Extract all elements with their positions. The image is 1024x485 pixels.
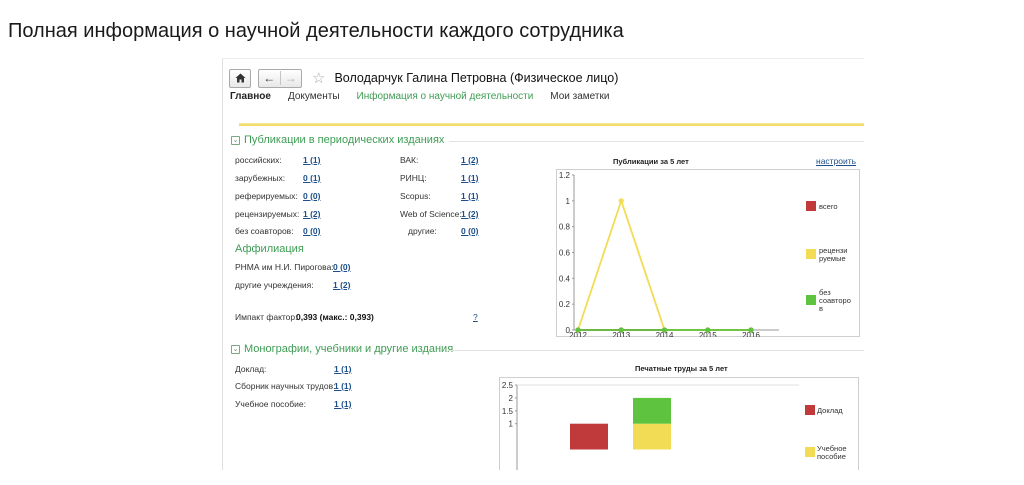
- section-rule: [449, 141, 864, 142]
- monographs-section-header[interactable]: ⌄ Монографии, учебники и другие издания: [231, 343, 453, 355]
- chart2-y-tick-label: 1: [509, 420, 514, 429]
- printed-works-bar-chart: 11.522.5ДокладУчебноепособие: [499, 377, 859, 470]
- chart1-point: [575, 327, 581, 333]
- favorite-star-icon[interactable]: ☆: [312, 69, 325, 87]
- pub-value-refereed[interactable]: 0 (0): [303, 191, 320, 201]
- pub-value-no-coauthors[interactable]: 0 (0): [303, 226, 320, 236]
- chart1-legend-label: в: [819, 304, 823, 313]
- chart2-legend-swatch: [805, 405, 815, 415]
- chart2-frame: [499, 377, 859, 470]
- pub-label-foreign: зарубежных:: [235, 173, 286, 183]
- chart1-y-tick-label: 0.6: [559, 249, 571, 258]
- pub-label-rinc: РИНЦ:: [400, 173, 427, 183]
- history-nav: ← →: [258, 68, 302, 88]
- publications-section-title: Публикации в периодических изданиях: [244, 134, 445, 146]
- chart1-legend-label: всего: [819, 202, 838, 211]
- chart2-bar-segment: [570, 423, 608, 450]
- chart1-y-tick-label: 0.8: [559, 223, 571, 232]
- yellow-divider: [239, 123, 864, 126]
- chart2-bar-segment: [633, 423, 671, 450]
- pub-value-russian[interactable]: 1 (1): [303, 155, 320, 165]
- mono-label-collection: Сборник научных трудов:: [235, 381, 336, 391]
- forward-arrow-icon[interactable]: →: [279, 71, 302, 85]
- chart2-title: Печатные труды за 5 лет: [635, 364, 728, 373]
- publications-line-chart: 00.20.40.60.811.22012 2013 2014 2015 2016все…: [556, 169, 860, 337]
- window-toolbar: ← → ☆ Володарчук Галина Петровна (Физиче…: [229, 68, 618, 88]
- pub-value-other[interactable]: 0 (0): [461, 226, 478, 236]
- pub-value-reviewed[interactable]: 1 (2): [303, 209, 320, 219]
- pub-label-refereed: реферируемых:: [235, 191, 298, 201]
- pub-label-no-coauthors: без соавторов:: [235, 226, 294, 236]
- tab-documents[interactable]: Документы: [288, 91, 340, 102]
- section-rule: [448, 350, 864, 351]
- mono-value-report[interactable]: 1 (1): [334, 364, 351, 374]
- pub-label-wos: Web of Science:: [400, 209, 462, 219]
- chart2-y-tick-label: 2: [509, 394, 514, 403]
- mono-label-textbook: Учебное пособие:: [235, 399, 306, 409]
- tab-research-info[interactable]: Информация о научной деятельности: [357, 91, 534, 102]
- chart1-y-tick-label: 1: [566, 197, 571, 206]
- chart2-legend-label: пособие: [817, 452, 846, 461]
- chart1-point: [618, 198, 624, 204]
- pub-label-scopus: Scopus:: [400, 191, 431, 201]
- home-button[interactable]: [229, 68, 251, 88]
- affiliation-value-rnma[interactable]: 0 (0): [333, 262, 350, 272]
- chart1-y-tick-label: 0.4: [559, 274, 571, 283]
- mono-value-textbook[interactable]: 1 (1): [334, 399, 351, 409]
- chart2-y-tick-label: 1.5: [502, 407, 514, 416]
- chart1-point: [661, 327, 668, 333]
- chart1-point: [705, 327, 711, 333]
- pub-value-scopus[interactable]: 1 (1): [461, 191, 478, 201]
- home-icon: [235, 73, 245, 83]
- collapse-icon[interactable]: ⌄: [231, 135, 240, 145]
- chart1-y-tick-label: 0.2: [559, 300, 571, 309]
- affiliation-label-rnma: РНМА им Н.И. Пирогова:: [235, 262, 334, 272]
- pub-value-rinc[interactable]: 1 (1): [461, 173, 478, 183]
- chart1-legend-swatch: [806, 249, 816, 259]
- impact-factor-label: Импакт фактор:: [235, 312, 298, 322]
- chart2-legend-swatch: [805, 447, 815, 457]
- chart1-legend-label: руемые: [819, 254, 846, 263]
- impact-factor-value: 0,393 (макс.: 0,393): [296, 312, 374, 322]
- collapse-icon[interactable]: ⌄: [231, 344, 240, 354]
- back-arrow-icon[interactable]: ←: [259, 71, 280, 85]
- monographs-section-title: Монографии, учебники и другие издания: [244, 343, 454, 355]
- tab-my-notes[interactable]: Мои заметки: [550, 91, 609, 102]
- chart1-point: [618, 327, 624, 333]
- affiliation-value-other[interactable]: 1 (2): [333, 280, 350, 290]
- pub-value-wos[interactable]: 1 (2): [461, 209, 478, 219]
- affiliation-label-other: другие учреждения:: [235, 280, 314, 290]
- chart2-legend-label: Доклад: [817, 406, 843, 415]
- mono-label-report: Доклад:: [235, 364, 267, 374]
- pub-label-vak: ВАК:: [400, 155, 419, 165]
- chart1-title: Публикации за 5 лет: [613, 157, 689, 166]
- pub-label-russian: российских:: [235, 155, 282, 165]
- mono-value-collection[interactable]: 1 (1): [334, 381, 351, 391]
- window-title: Володарчук Галина Петровна (Физическое л…: [334, 71, 619, 85]
- pub-label-reviewed: рецензируемых:: [235, 209, 300, 219]
- employee-card-window: ← → ☆ Володарчук Галина Петровна (Физиче…: [222, 58, 864, 470]
- chart2-y-tick-label: 2.5: [502, 381, 514, 390]
- chart1-legend-label: соавторо: [819, 296, 851, 305]
- page-heading: Полная информация о научной деятельности…: [8, 20, 624, 42]
- pub-value-vak[interactable]: 1 (2): [461, 155, 478, 165]
- pub-value-foreign[interactable]: 0 (1): [303, 173, 320, 183]
- chart-setup-link[interactable]: настроить: [816, 156, 856, 166]
- publications-section-header[interactable]: ⌄ Публикации в периодических изданиях: [231, 134, 444, 146]
- impact-help-link[interactable]: ?: [473, 312, 478, 322]
- chart1-legend-swatch: [806, 295, 816, 305]
- chart2-bar-segment: [633, 397, 671, 424]
- window-tabs: Главное Документы Информация о научной д…: [230, 91, 626, 102]
- chart1-legend-swatch: [806, 201, 816, 211]
- tab-main[interactable]: Главное: [230, 91, 271, 102]
- pub-label-other: другие:: [408, 226, 437, 236]
- chart1-y-tick-label: 1.2: [559, 171, 571, 180]
- affiliation-heading: Аффилиация: [235, 243, 304, 255]
- chart1-point: [748, 327, 754, 333]
